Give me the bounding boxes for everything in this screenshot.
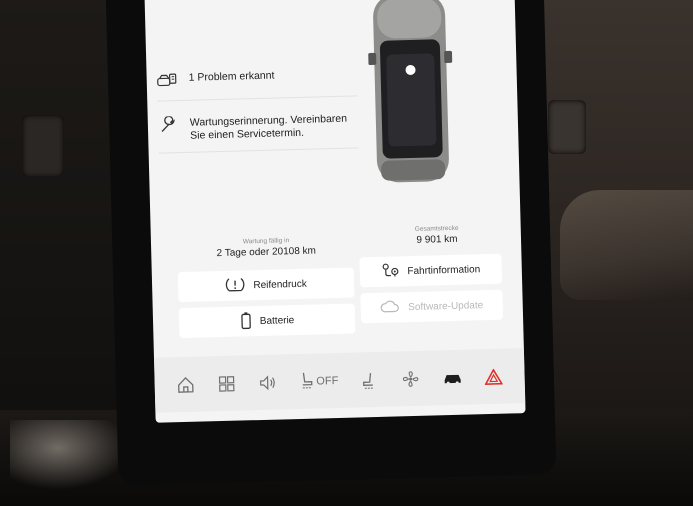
hazard-icon[interactable] bbox=[482, 364, 505, 389]
apps-icon[interactable] bbox=[216, 371, 239, 396]
seat-heat-label: OFF bbox=[316, 374, 339, 388]
car-top-view bbox=[368, 0, 453, 183]
divider bbox=[157, 95, 358, 102]
odometer-value: 9 901 km bbox=[416, 233, 458, 246]
problem-status[interactable]: 1 Problem erkannt bbox=[157, 68, 347, 89]
infotainment-screen: 1 Problem erkannt Wartungserinnerung. Ve… bbox=[144, 0, 526, 423]
software-update-label: Software-Update bbox=[408, 299, 484, 313]
car-icon[interactable] bbox=[441, 365, 464, 390]
service-text: Wartungserinnerung. Vereinbaren Sie eine… bbox=[189, 112, 348, 142]
odometer: Gesamtstrecke 9 901 km bbox=[387, 224, 487, 247]
route-icon bbox=[381, 262, 399, 281]
tire-pressure-label: Reifendruck bbox=[253, 278, 307, 291]
car-interior-photo: 1 Problem erkannt Wartungserinnerung. Ve… bbox=[0, 0, 693, 506]
software-update-button[interactable]: Software-Update bbox=[360, 289, 504, 324]
tire-pressure-button[interactable]: Reifendruck bbox=[177, 267, 355, 303]
trip-info-button[interactable]: Fahrtinformation bbox=[359, 253, 503, 288]
battery-icon bbox=[240, 311, 253, 332]
car-warning-icon bbox=[157, 72, 177, 89]
seat-heat-button[interactable]: OFF bbox=[299, 368, 339, 393]
seat-heat-icon bbox=[299, 371, 314, 392]
bottom-navbar: OFF bbox=[153, 348, 526, 413]
service-reminder[interactable]: Wartungserinnerung. Vereinbaren Sie eine… bbox=[158, 113, 349, 144]
cloud-icon bbox=[380, 299, 400, 317]
volume-icon[interactable] bbox=[257, 370, 280, 395]
fan-icon[interactable] bbox=[399, 366, 422, 391]
tire-pressure-icon bbox=[225, 275, 246, 297]
trip-info-label: Fahrtinformation bbox=[407, 263, 481, 277]
service-due: Wartung fällig in 2 Tage oder 20108 km bbox=[191, 236, 341, 260]
battery-label: Batterie bbox=[259, 314, 295, 327]
light-glare bbox=[10, 420, 130, 490]
divider bbox=[158, 147, 359, 154]
odometer-caption: Gesamtstrecke bbox=[414, 224, 459, 233]
seat-vent-icon[interactable] bbox=[358, 367, 381, 392]
door-trim bbox=[560, 190, 693, 300]
battery-button[interactable]: Batterie bbox=[178, 303, 356, 339]
home-icon[interactable] bbox=[174, 372, 197, 397]
air-vent-left bbox=[22, 115, 64, 177]
wrench-icon bbox=[158, 116, 178, 134]
air-vent-right bbox=[548, 100, 586, 154]
service-due-value: 2 Tage oder 20108 km bbox=[216, 245, 317, 260]
problem-text: 1 Problem erkannt bbox=[188, 69, 275, 84]
